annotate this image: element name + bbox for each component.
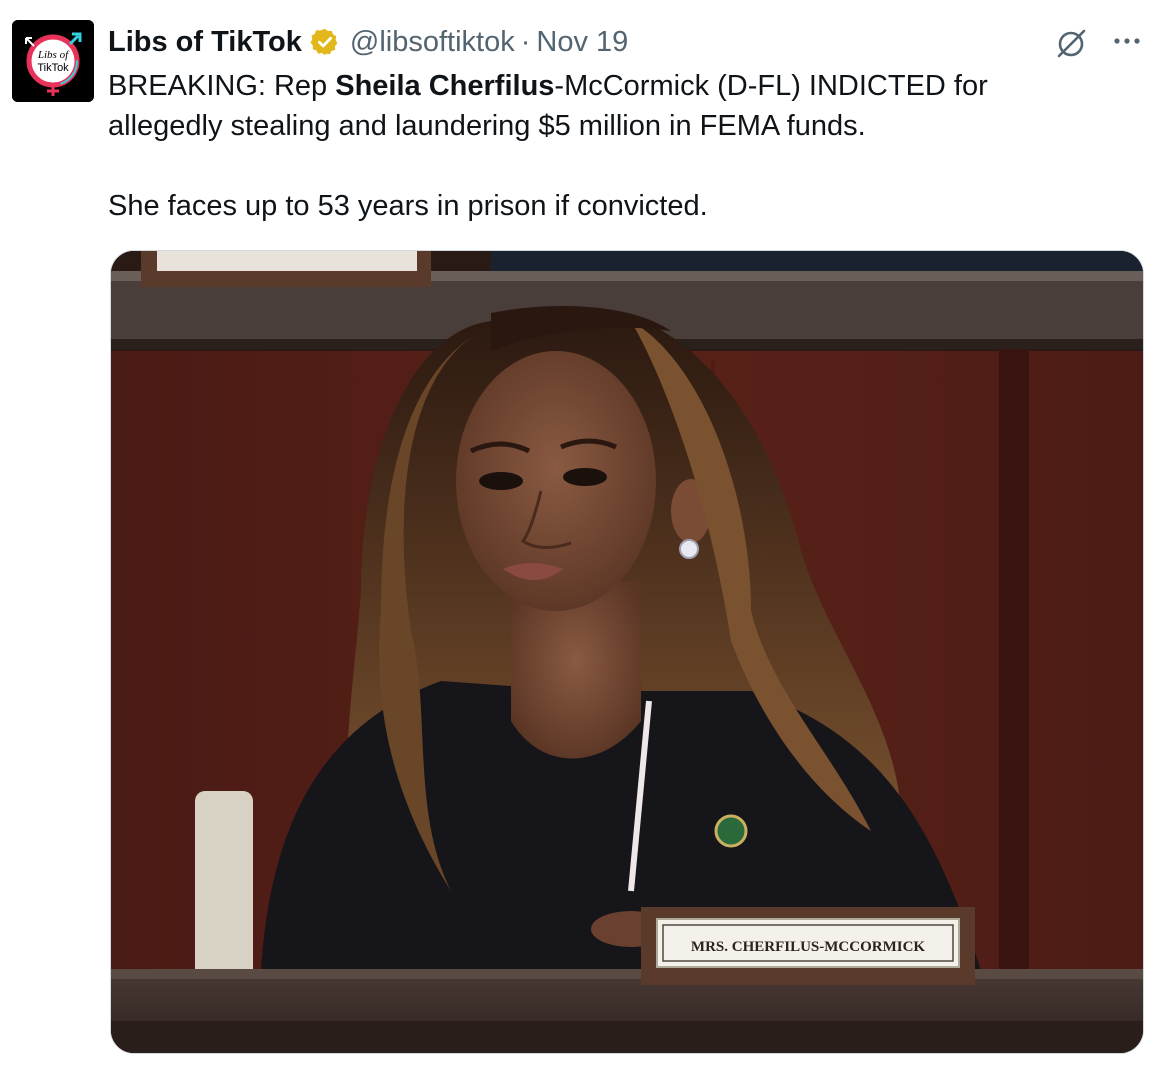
tweet-text-line-1: BREAKING: Rep Sheila Cherfilus-McCormick… [108,66,1148,106]
more-options-icon[interactable] [1110,24,1144,58]
text-suffix: -McCormick (D-FL) INDICTED for [554,70,988,102]
separator-dot: · [520,25,531,58]
avatar-text-2: TikTok [37,62,69,74]
tweet-text: BREAKING: Rep Sheila Cherfilus-McCormick… [108,66,1148,226]
avatar-text-1: Libs of [37,49,70,61]
tweet-card[interactable]: Libs of TikTok Libs of TikTok @libsoftik… [0,0,1166,1074]
tweet-date[interactable]: Nov 19 [536,26,628,59]
grok-icon[interactable] [1052,24,1090,62]
tweet-header: Libs of TikTok @libsoftiktok · Nov 19 [108,22,628,62]
text-prefix: BREAKING: Rep [108,70,336,102]
author-display-name[interactable]: Libs of TikTok [108,26,302,59]
tweet-media-photo[interactable]: MRS. CHERFILUS-MCCORMICK [110,250,1144,1054]
tweet-text-line-3: She faces up to 53 years in prison if co… [108,190,708,222]
verified-badge-icon[interactable] [310,27,340,57]
tweet-text-line-2: allegedly stealing and laundering $5 mil… [108,110,866,142]
author-avatar[interactable]: Libs of TikTok [12,20,94,102]
nameplate-text: MRS. CHERFILUS-MCCORMICK [691,939,925,955]
text-bold-name: Sheila Cherfilus [335,70,555,102]
author-handle[interactable]: @libsoftiktok [350,26,515,59]
